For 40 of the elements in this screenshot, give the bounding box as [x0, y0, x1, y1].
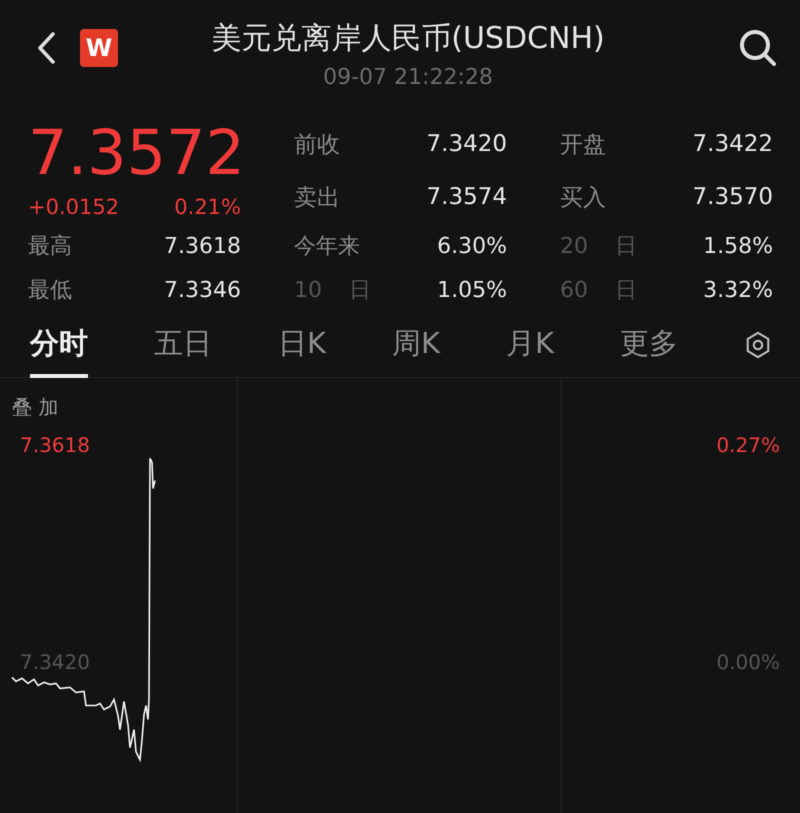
stat-label: 开盘	[560, 130, 606, 160]
stat-label: 前收	[294, 130, 340, 160]
chart-tab[interactable]: 分时	[30, 324, 88, 378]
stat-value: 3.32%	[703, 278, 773, 302]
search-icon[interactable]	[738, 28, 778, 68]
timestamp: 09-07 21:22:28	[323, 65, 493, 90]
stat-label: 60 日	[560, 277, 637, 305]
chart-tab[interactable]: 更多	[620, 324, 678, 378]
settings-icon[interactable]	[744, 330, 772, 358]
stat-label: 最高	[28, 233, 72, 261]
stat-value: 1.58%	[703, 234, 773, 258]
stat-value: 7.3422	[692, 131, 773, 157]
stat-value: 7.3570	[692, 184, 773, 210]
stat-label: 10 日	[294, 277, 371, 305]
stat-label: 最低	[28, 277, 72, 305]
stat-value: 6.30%	[437, 234, 507, 258]
back-icon[interactable]	[36, 31, 56, 65]
chart-tab[interactable]: 日K	[278, 324, 326, 378]
chart-tab[interactable]: 月K	[506, 324, 554, 378]
price-change: +0.0152	[28, 194, 120, 221]
stat-value: 7.3420	[426, 131, 507, 157]
stat-value: 7.3346	[164, 278, 241, 302]
stat-label: 今年来	[294, 233, 360, 261]
window-title: 美元兑离岸人民币(USDCNH)	[211, 20, 605, 58]
stat-label: 卖出	[294, 184, 340, 212]
overlay-button[interactable]: 叠 加	[12, 394, 58, 421]
stat-value: 7.3574	[426, 184, 507, 210]
stat-value: 7.3618	[164, 234, 241, 258]
axis-label: 7.3420	[20, 650, 90, 674]
stat-value: 1.05%	[437, 278, 507, 302]
axis-label: 0.27%	[716, 433, 780, 457]
app-logo[interactable]: W	[80, 29, 118, 67]
axis-label: 0.00%	[716, 650, 780, 674]
axis-label: 7.3618	[20, 433, 90, 457]
stat-label: 20 日	[560, 233, 637, 261]
chart-tab[interactable]: 周K	[392, 324, 440, 378]
stat-label: 买入	[560, 184, 606, 212]
current-price: 7.3572	[28, 118, 241, 188]
chart-tab[interactable]: 五日	[154, 324, 212, 378]
percent-change: 0.21%	[174, 194, 241, 221]
